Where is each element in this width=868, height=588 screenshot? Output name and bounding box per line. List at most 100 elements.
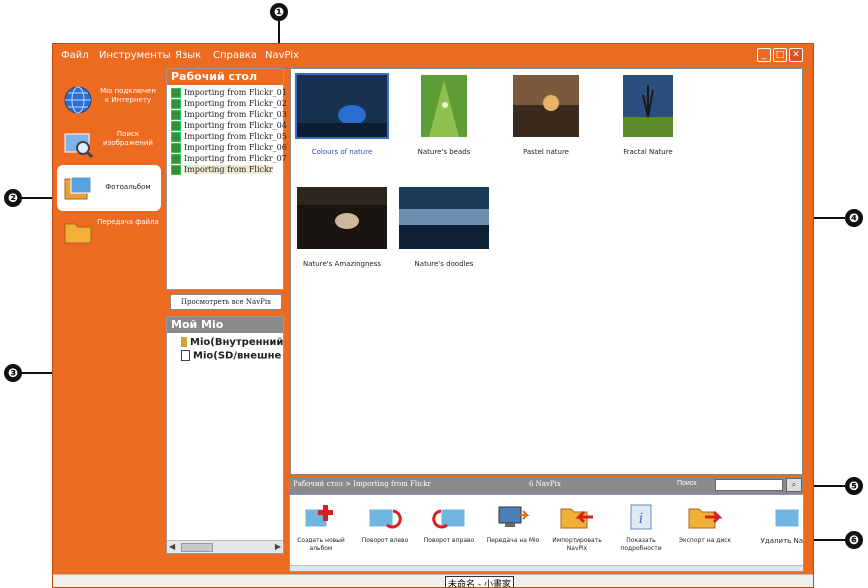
rotate-left-icon (368, 508, 402, 529)
taskbar: 未命名 - 小畫家 (53, 574, 813, 587)
create-album-button[interactable]: Создать новый альбом (292, 499, 350, 569)
device-panel: Мой Mio Mio(Внутренний Mio(SD/внешне ◀ ▶ (166, 316, 284, 554)
image-search-icon (64, 133, 93, 158)
menu-file[interactable]: Файл (61, 50, 89, 61)
menu-language[interactable]: Язык (175, 50, 201, 61)
photo-image (421, 75, 467, 137)
album-icon (171, 132, 181, 142)
scroll-thumb[interactable] (181, 543, 213, 552)
photo-caption: Nature's Amazingness (303, 260, 381, 268)
delete-icon (774, 508, 800, 528)
nav-label-file-transfer: Передача файла (97, 218, 159, 226)
photo-thumbnail[interactable]: Colours of nature (295, 73, 389, 156)
scroll-right-icon[interactable]: ▶ (275, 542, 281, 551)
nav-item-photo-album[interactable]: Фотоальбом (57, 165, 161, 211)
nav-item-image-search[interactable]: Поиск изображений (57, 120, 161, 166)
album-icon (171, 88, 181, 98)
toolbar-scrollbar[interactable] (290, 565, 803, 571)
album-item[interactable]: Importing from Flickr_05 (171, 132, 287, 142)
album-item[interactable]: Importing from Flickr_02 (171, 99, 287, 109)
transfer-to-mio-icon (498, 506, 530, 527)
photo-count: 6 NavPix (529, 480, 561, 488)
view-all-navpix-button[interactable]: Просмотреть все NavPix (170, 294, 282, 310)
callout-6: ❻ (845, 531, 863, 549)
transfer-to-mio-button[interactable]: Передача на Mio (484, 499, 542, 569)
nav-item-internet[interactable]: Mio подключен к Интернету (57, 77, 161, 123)
sd-card-icon (181, 350, 190, 361)
menu-tools[interactable]: Инструменты (99, 50, 171, 61)
import-navpix-button[interactable]: Импортировать NavPix (548, 499, 606, 569)
status-bar: Рабочий стол > Importing from Flickr 6 N… (289, 477, 804, 493)
svg-text:i: i (639, 511, 643, 527)
device-panel-scrollbar[interactable]: ◀ ▶ (167, 540, 283, 553)
callout-5: ❺ (845, 477, 863, 495)
album-icon (171, 121, 181, 131)
menu-help[interactable]: Справка (213, 50, 257, 61)
device-panel-title: Мой Mio (167, 317, 283, 333)
tool-label: Импортировать NavPix (552, 537, 602, 552)
album-icon (171, 165, 181, 175)
info-icon: i (630, 504, 652, 530)
tool-label: Передача на Mio (486, 537, 540, 544)
rotate-right-icon (432, 508, 466, 529)
memory-card-icon (181, 337, 187, 347)
photo-image (399, 187, 489, 249)
photo-thumbnail[interactable]: Nature's Amazingness (297, 187, 387, 268)
show-details-button[interactable]: i Показать подробности (612, 499, 670, 569)
new-album-icon (304, 505, 333, 528)
photo-caption: Nature's doodles (414, 260, 474, 268)
photo-thumbnail[interactable]: Nature's beads (399, 75, 489, 156)
delete-navpix-button[interactable]: Удалить NavPix (760, 499, 803, 569)
import-icon (560, 508, 593, 529)
rotate-left-button[interactable]: Поворот влево (356, 499, 414, 569)
nav-item-file-transfer[interactable]: Передача файла (57, 208, 161, 254)
device-internal[interactable]: Mio(Внутренний (181, 337, 283, 348)
nav-label-image-search: Поиск изображений (103, 130, 153, 147)
device-sd[interactable]: Mio(SD/внешне (181, 350, 281, 362)
photo-image (295, 73, 389, 139)
export-icon (688, 508, 723, 529)
callout-2: ❷ (4, 189, 22, 207)
search-icon[interactable]: ⌕ (786, 478, 802, 492)
scroll-left-icon[interactable]: ◀ (169, 542, 175, 551)
close-button[interactable]: ✕ (789, 48, 803, 62)
photo-image (623, 75, 673, 137)
photo-album-icon (64, 176, 92, 200)
menu-navpix[interactable]: NavPix (265, 50, 299, 61)
tool-label: Поворот влево (361, 537, 409, 544)
desktop-panel: Рабочий стол Importing from Flickr_01 Im… (166, 68, 287, 290)
tool-label: Показать подробности (620, 537, 662, 552)
taskbar-item[interactable]: 未命名 - 小畫家 (445, 576, 514, 587)
photo-caption: Pastel nature (522, 148, 569, 156)
album-item[interactable]: Importing from Flickr_01 (171, 88, 287, 98)
menu-bar: Файл Инструменты Язык Справка NavPix _ □… (53, 44, 813, 66)
photo-thumbnail[interactable]: Fractal Nature (603, 75, 693, 156)
callout-4: ❹ (845, 209, 863, 227)
photo-caption: Nature's beads (417, 148, 471, 156)
export-to-disk-button[interactable]: Экспорт на диск (676, 499, 734, 569)
desktop-panel-title: Рабочий стол (167, 69, 283, 85)
photo-thumbnail[interactable]: Nature's doodles (399, 187, 489, 268)
breadcrumb[interactable]: Рабочий стол > Importing from Flickr (293, 480, 431, 488)
album-icon (171, 110, 181, 120)
maximize-button[interactable]: □ (773, 48, 787, 62)
nav-label-internet: Mio подключен к Интернету (100, 87, 156, 104)
album-item[interactable]: Importing from Flickr_06 (171, 143, 287, 153)
app-window: Файл Инструменты Язык Справка NavPix _ □… (52, 43, 814, 588)
tool-label: Создать новый альбом (297, 537, 345, 552)
photo-caption: Fractal Nature (623, 148, 673, 156)
tool-label: Поворот вправо (423, 537, 475, 544)
album-item-selected[interactable]: Importing from Flickr (171, 165, 273, 175)
rotate-right-button[interactable]: Поворот вправо (420, 499, 478, 569)
callout-3: ❸ (4, 364, 22, 382)
photo-image (513, 75, 579, 137)
minimize-button[interactable]: _ (757, 48, 771, 62)
search-input[interactable] (715, 479, 783, 491)
callout-1: ❶ (270, 3, 288, 21)
tool-label: Экспорт на диск (678, 537, 732, 544)
album-item[interactable]: Importing from Flickr_04 (171, 121, 287, 131)
album-item[interactable]: Importing from Flickr_07 (171, 154, 287, 164)
album-icon (171, 143, 181, 153)
photo-thumbnail[interactable]: Pastel nature (501, 75, 591, 156)
album-item[interactable]: Importing from Flickr_03 (171, 110, 287, 120)
